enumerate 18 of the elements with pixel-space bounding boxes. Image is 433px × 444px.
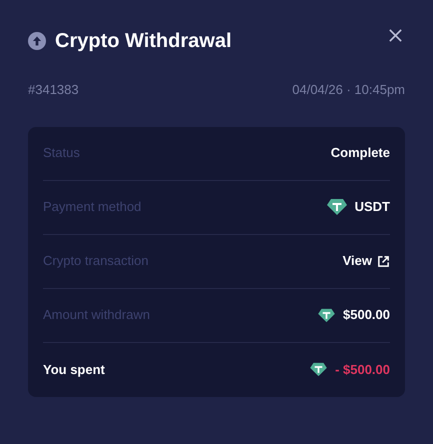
detail-value: - $500.00 bbox=[335, 360, 390, 379]
detail-value: USDT bbox=[354, 198, 390, 216]
detail-label: Amount withdrawn bbox=[43, 306, 150, 324]
view-link[interactable]: View bbox=[342, 251, 390, 271]
external-link-icon bbox=[377, 254, 390, 268]
window-title: Crypto Withdrawal bbox=[55, 29, 232, 54]
transaction-id: #341383 bbox=[28, 81, 79, 99]
detail-value: $500.00 bbox=[343, 306, 390, 324]
close-icon bbox=[388, 28, 402, 42]
detail-label: Payment method bbox=[43, 198, 142, 216]
tether-icon bbox=[318, 308, 335, 322]
detail-label: Crypto transaction bbox=[43, 252, 148, 270]
tether-icon bbox=[326, 198, 347, 216]
detail-value: Complete bbox=[330, 144, 390, 162]
detail-label: Status bbox=[43, 144, 80, 162]
transaction-date: 04/04/26 · 10:45pm bbox=[292, 81, 405, 99]
detail-label: You spent bbox=[43, 360, 105, 379]
tether-icon bbox=[310, 362, 328, 377]
